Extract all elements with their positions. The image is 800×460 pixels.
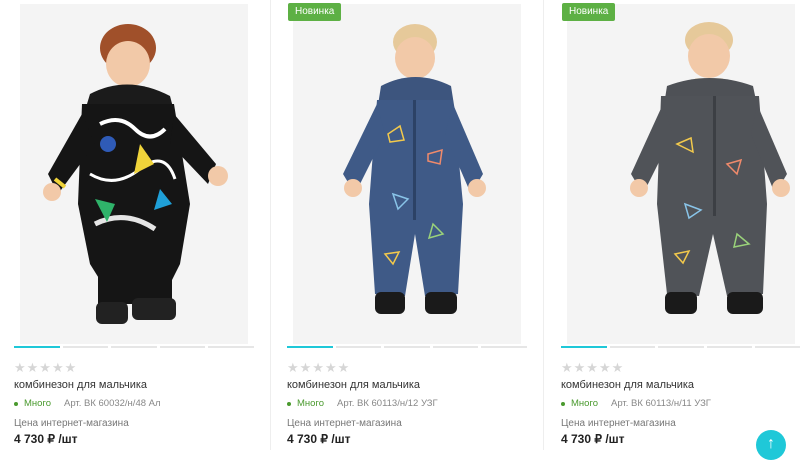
price-label: Цена интернет-магазина (561, 418, 676, 429)
slider-dot[interactable] (755, 346, 800, 348)
image-slider-dots[interactable] (561, 346, 800, 348)
stock-status: Много (287, 398, 324, 409)
product-card[interactable]: Новинка ★★★★★ комбинезон для мальчика Мн… (547, 0, 800, 450)
slider-dot[interactable] (62, 346, 109, 348)
slider-dot[interactable] (159, 346, 206, 348)
stock-label: Много (297, 398, 324, 409)
scroll-to-top-button[interactable]: ↑ (756, 430, 786, 460)
image-slider-dots[interactable] (14, 346, 254, 348)
stock-status: Много (561, 398, 598, 409)
card-divider (270, 0, 271, 450)
stock-label: Много (24, 398, 51, 409)
product-card[interactable]: Новинка ★★★★★ комбинезон для мальчика Мн… (273, 0, 531, 450)
slider-dot[interactable] (335, 346, 382, 348)
stock-label: Много (571, 398, 598, 409)
stock-dot-icon (14, 401, 18, 406)
price: 4 730 ₽ /шт (561, 432, 625, 446)
new-badge: Новинка (562, 3, 616, 21)
article-number: Арт. ВК 60032/н/48 Ал (64, 398, 161, 409)
article-number: Арт. ВК 60113/н/11 УЗГ (611, 398, 711, 409)
rating-stars[interactable]: ★★★★★ (287, 360, 350, 376)
price-label: Цена интернет-магазина (14, 418, 129, 429)
slider-dot[interactable] (561, 346, 607, 348)
product-image[interactable] (293, 4, 521, 344)
price: 4 730 ₽ /шт (14, 432, 78, 446)
product-title[interactable]: комбинезон для мальчика (287, 379, 420, 391)
price: 4 730 ₽ /шт (287, 432, 351, 446)
product-image[interactable] (20, 4, 248, 344)
slider-dot[interactable] (111, 346, 157, 348)
stock-dot-icon (287, 401, 291, 406)
arrow-up-icon: ↑ (767, 435, 775, 452)
slider-dot[interactable] (287, 346, 333, 348)
product-title[interactable]: комбинезон для мальчика (561, 379, 694, 391)
product-title[interactable]: комбинезон для мальчика (14, 379, 147, 391)
rating-stars[interactable]: ★★★★★ (14, 360, 77, 376)
slider-dot[interactable] (609, 346, 656, 348)
slider-dot[interactable] (14, 346, 60, 348)
slider-dot[interactable] (432, 346, 479, 348)
new-badge: Новинка (288, 3, 342, 21)
rating-stars[interactable]: ★★★★★ (561, 360, 624, 376)
stock-dot-icon (561, 401, 565, 406)
article-number: Арт. ВК 60113/н/12 УЗГ (337, 398, 438, 409)
card-divider (543, 0, 544, 450)
slider-dot[interactable] (481, 346, 527, 348)
image-slider-dots[interactable] (287, 346, 527, 348)
slider-dot[interactable] (658, 346, 704, 348)
price-label: Цена интернет-магазина (287, 418, 402, 429)
product-image[interactable] (567, 4, 795, 344)
product-card[interactable]: ★★★★★ комбинезон для мальчика Много Арт.… (0, 0, 258, 450)
slider-dot[interactable] (384, 346, 430, 348)
slider-dot[interactable] (208, 346, 254, 348)
stock-status: Много (14, 398, 51, 409)
slider-dot[interactable] (706, 346, 753, 348)
